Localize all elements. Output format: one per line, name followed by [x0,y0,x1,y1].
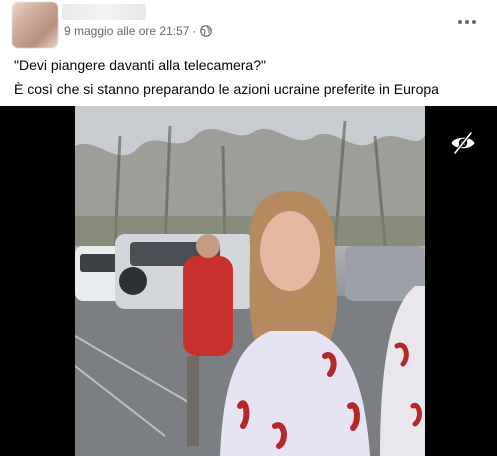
video-player[interactable] [0,106,497,456]
video-still [75,106,425,456]
post-timestamp[interactable]: 9 maggio alle ore 21:57 [64,24,189,38]
author-avatar[interactable] [12,2,58,48]
post-text-line-1: "Devi piangere davanti alla telecamera?" [14,57,266,73]
more-options-icon[interactable] [455,12,479,32]
post-header: 9 maggio alle ore 21:57 · [0,0,497,48]
author-name-redacted[interactable] [62,4,146,20]
post-text: "Devi piangere davanti alla telecamera?"… [14,53,439,101]
video-frame[interactable] [75,106,425,456]
meta-separator: · [192,24,197,38]
facebook-post: 9 maggio alle ore 21:57 · "Devi piangere… [0,0,497,456]
post-text-line-2: È così che si stanno preparando le azion… [14,81,439,97]
post-meta: 9 maggio alle ore 21:57 · [64,24,213,38]
eye-icon[interactable] [450,130,476,156]
globe-icon [200,25,213,37]
